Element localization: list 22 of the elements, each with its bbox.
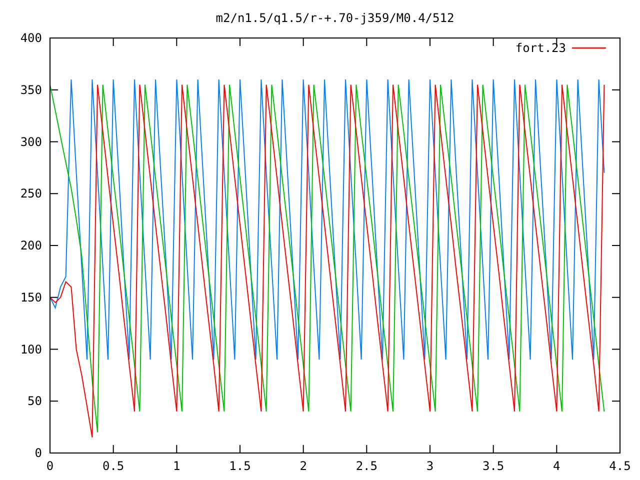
x-tick-label: 3.5 (482, 459, 504, 473)
y-tick-label: 50 (28, 394, 42, 408)
y-tick-label: 200 (20, 238, 42, 252)
y-tick-label: 400 (20, 31, 42, 45)
x-tick-label: 4.5 (609, 459, 631, 473)
y-tick-label: 0 (34, 446, 42, 460)
legend-line (572, 47, 606, 49)
x-tick-label: 3 (426, 459, 434, 473)
x-tick-label: 2 (300, 459, 307, 473)
x-tick-label: 4 (553, 459, 560, 473)
legend-label: fort.23 (515, 41, 566, 55)
chart-title: m2/n1.5/q1.5/r-+.70-j359/M0.4/512 (216, 11, 454, 25)
y-tick-label: 150 (20, 290, 42, 304)
x-tick-label: 1.5 (229, 459, 251, 473)
x-tick-label: 0.5 (102, 459, 124, 473)
x-tick-label: 1 (173, 459, 180, 473)
x-tick-label: 0 (46, 459, 54, 473)
x-tick-label: 2.5 (356, 459, 378, 473)
y-tick-label: 350 (20, 82, 42, 97)
y-tick-label: 100 (20, 342, 42, 356)
y-tick-label: 300 (20, 134, 42, 149)
y-tick-label: 250 (20, 186, 42, 201)
